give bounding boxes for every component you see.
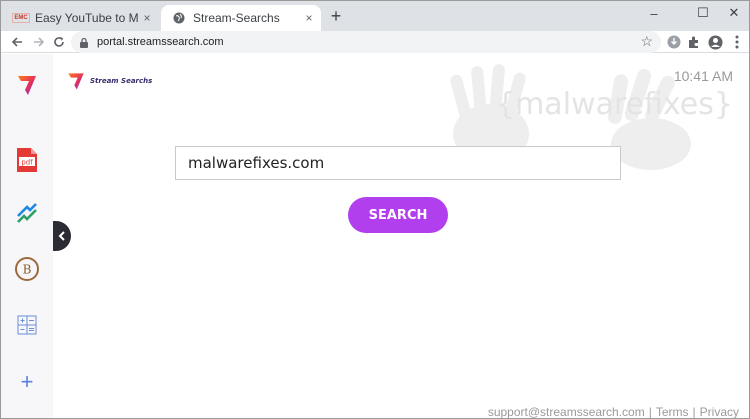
browser-window: EMC Easy YouTube to Mp3 Converter × Stre… <box>0 0 750 419</box>
page-content: pdf B + Stream Searchs {malwarefixes} 10… <box>1 54 749 419</box>
footer-separator: | <box>648 405 652 419</box>
address-bar[interactable]: portal.streamssearch.com ☆ <box>71 31 661 53</box>
tab-strip: EMC Easy YouTube to Mp3 Converter × Stre… <box>1 1 749 31</box>
converter-arrows-icon[interactable] <box>14 200 40 226</box>
tab-stream-searchs[interactable]: Stream-Searchs × <box>161 5 321 31</box>
reload-icon[interactable] <box>49 32 69 52</box>
tab-title: Stream-Searchs <box>193 11 280 25</box>
emc-favicon-icon: EMC <box>12 13 30 23</box>
footer: support@streamssearch.com | Terms | Priv… <box>488 405 739 419</box>
tab-title: Easy YouTube to Mp3 Converter <box>35 11 139 25</box>
brand-mark-icon <box>68 73 84 90</box>
download-icon[interactable] <box>665 33 683 51</box>
tab-easy-youtube[interactable]: EMC Easy YouTube to Mp3 Converter × <box>7 5 159 31</box>
search-input[interactable] <box>188 154 620 172</box>
browser-toolbar: portal.streamssearch.com ☆ <box>1 31 749 53</box>
new-tab-button[interactable]: + <box>327 7 345 26</box>
terms-link[interactable]: Terms <box>656 405 689 418</box>
search-field-container <box>175 146 621 180</box>
profile-avatar-icon[interactable] <box>706 33 724 51</box>
support-email-link[interactable]: support@streamssearch.com <box>488 405 645 418</box>
minimize-button[interactable]: – <box>637 1 671 25</box>
watermark-text: {malwarefixes} <box>496 87 733 122</box>
forward-arrow-icon[interactable] <box>29 32 49 52</box>
tab-close-icon[interactable]: × <box>139 10 155 26</box>
clock: 10:41 AM <box>673 68 733 84</box>
close-window-button[interactable]: ✕ <box>717 1 749 25</box>
lock-icon <box>79 36 89 48</box>
b-label: B <box>23 263 32 277</box>
brand-logo: Stream Searchs <box>65 70 152 92</box>
url-text: portal.streamssearch.com <box>97 36 224 48</box>
globe-icon <box>171 10 187 26</box>
sidebar: pdf B + <box>1 54 53 418</box>
privacy-link[interactable]: Privacy <box>700 405 739 418</box>
extensions-puzzle-icon[interactable] <box>685 33 703 51</box>
footer-separator: | <box>692 405 696 419</box>
maximize-button[interactable]: ☐ <box>686 1 720 25</box>
pdf-icon[interactable]: pdf <box>14 147 40 173</box>
search-button[interactable]: SEARCH <box>348 197 448 233</box>
brand-name: Stream Searchs <box>90 77 153 85</box>
add-shortcut-button[interactable]: + <box>14 369 40 395</box>
pdf-label: pdf <box>21 159 33 167</box>
stream-logo-icon[interactable] <box>14 72 40 98</box>
bookmark-star-icon[interactable]: ☆ <box>640 33 653 50</box>
back-arrow-icon[interactable] <box>7 32 27 52</box>
b-coin-icon[interactable]: B <box>14 256 40 282</box>
calculator-icon[interactable] <box>14 312 40 338</box>
sidebar-collapse-button[interactable] <box>53 221 71 251</box>
menu-kebab-icon[interactable] <box>728 33 746 51</box>
tab-close-icon[interactable]: × <box>301 10 317 26</box>
